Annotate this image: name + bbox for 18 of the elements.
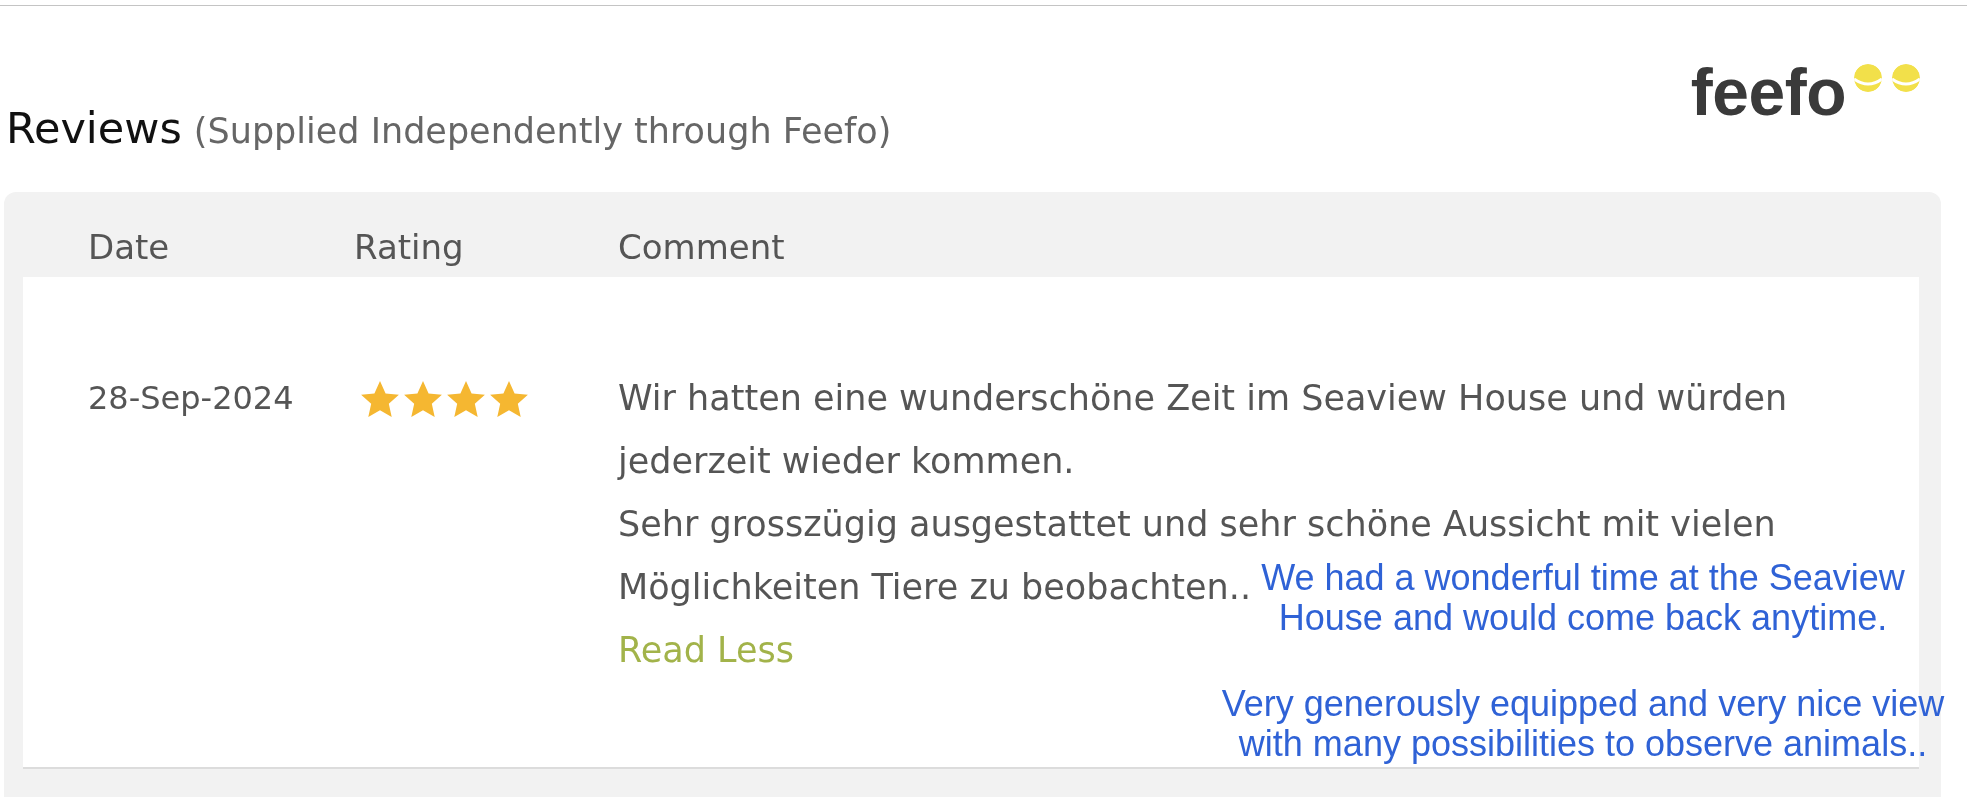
review-comment: Wir hatten eine wunderschöne Zeit im Seaview House und würden jederzeit wieder kommen. [618,378,1788,481]
translation-text: Very generously equipped and very nice view with many possibilities to observe animals.. [1221,683,1945,764]
read-less-link[interactable]: Read Less [618,619,794,682]
star-icon [489,380,529,417]
translation-text: We had a wonderful time at the Seaview House and would come back anytime. [1261,557,1905,638]
logo-wordmark: feefo [1690,60,1846,124]
star-icon [446,380,486,417]
logo-eyes-icon [1854,64,1920,92]
review-comment: Möglichkeiten Tiere zu beobachten.. [618,567,1251,607]
column-header: Comment [618,226,785,269]
column-header: Rating [354,226,464,269]
review-date: 28-Sep-2024 [88,379,294,417]
section-title: Reviews [6,103,182,153]
star-icon [403,380,443,417]
star-icon [360,380,400,417]
review-comment: Sehr grosszügig ausgestattet und sehr schöne Aussicht mit vielen [618,504,1776,544]
column-header: Date [88,226,170,269]
section-subtitle: (Supplied Independently through Feefo) [193,111,892,151]
